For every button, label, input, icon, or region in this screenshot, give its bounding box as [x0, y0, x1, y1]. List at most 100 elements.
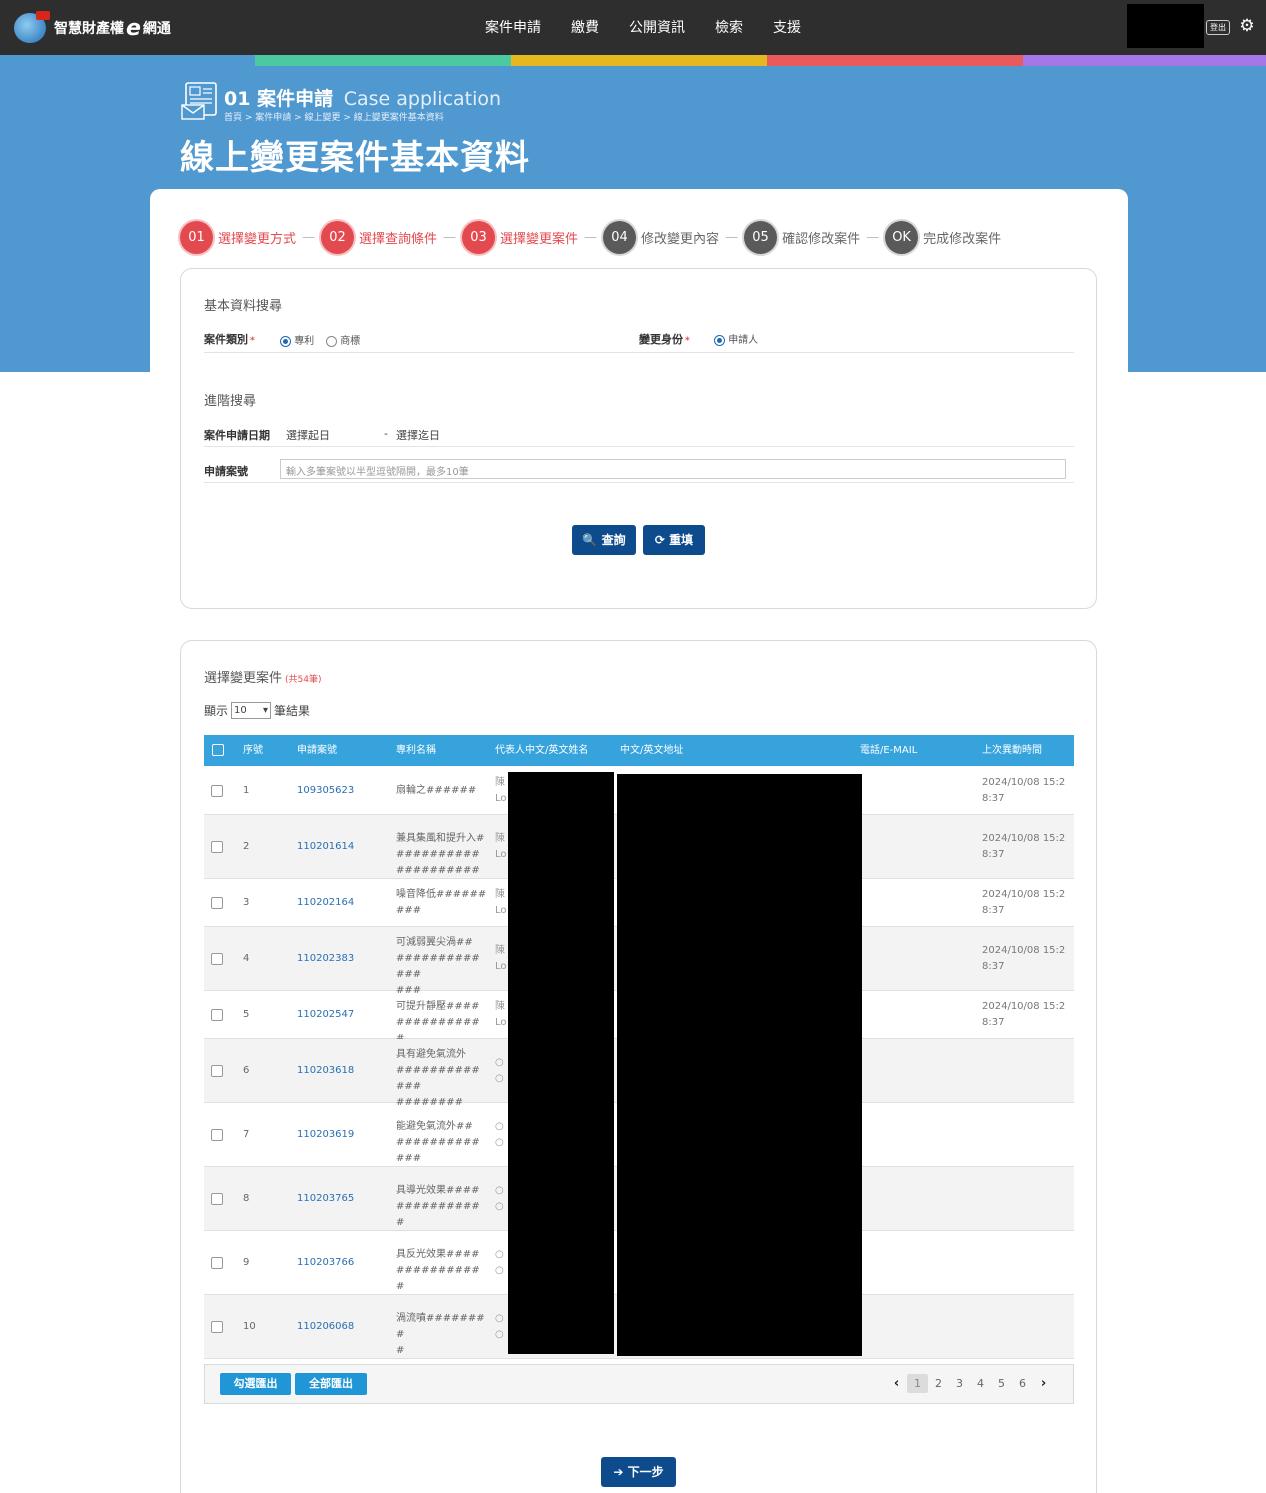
row-seq: 3 [243, 895, 249, 911]
nav-support[interactable]: 支援 [758, 0, 816, 55]
row-checkbox[interactable] [211, 1193, 223, 1205]
step-5: 05 確認修改案件 [744, 221, 860, 254]
row-case-no-link[interactable]: 110203766 [297, 1255, 354, 1271]
main-nav: 案件申請 繳費 公開資訊 檢索 支援 [470, 0, 816, 55]
logout-button[interactable]: 登出 [1206, 20, 1230, 35]
redacted-user-box [1127, 4, 1204, 48]
case-type-trademark-option[interactable]: 商標 [326, 332, 360, 347]
step-3-number: 03 [462, 221, 495, 254]
gear-icon[interactable]: ⚙ [1238, 17, 1256, 35]
row-checkbox[interactable] [211, 785, 223, 797]
applicant-radio[interactable] [714, 335, 725, 346]
row-case-no-link[interactable]: 110203765 [297, 1191, 354, 1207]
row-case-no-link[interactable]: 110203618 [297, 1063, 354, 1079]
logo-suffix: 網通 [143, 18, 171, 38]
row-patent-name: 扇輪之###### [396, 783, 488, 799]
show-prefix: 顯示 [204, 702, 228, 719]
date-start-input[interactable]: 選擇起日 [286, 427, 330, 443]
site-logo[interactable]: 智慧財產權 e 網通 [14, 12, 171, 44]
row-seq: 10 [243, 1319, 256, 1335]
row-case-no-link[interactable]: 109305623 [297, 783, 354, 799]
nav-public-info[interactable]: 公開資訊 [614, 0, 700, 55]
page-5[interactable]: 5 [991, 1374, 1012, 1393]
row-checkbox[interactable] [211, 1321, 223, 1333]
col-address: 中文/英文地址 [620, 735, 683, 766]
step-4-label: 修改變更內容 [641, 228, 719, 247]
row-seq: 5 [243, 1007, 249, 1023]
page-size-row: 顯示 10 筆結果 [204, 702, 310, 719]
row-checkbox[interactable] [211, 841, 223, 853]
row-last-modified: 2024/10/08 15:2 8:37 [982, 999, 1070, 1031]
page-3[interactable]: 3 [949, 1374, 970, 1393]
color-strip-purple [1023, 55, 1266, 66]
nav-search[interactable]: 檢索 [700, 0, 758, 55]
row-seq: 8 [243, 1191, 249, 1207]
chevron-right-icon[interactable]: › [1033, 1374, 1054, 1393]
arrow-right-icon: ➔ [613, 1465, 623, 1479]
row-patent-name: 兼具集風和提升入########### ########## [396, 831, 488, 879]
row-patent-name: 能避免氣流外## ############# [396, 1119, 488, 1167]
chevron-left-icon[interactable]: ‹ [886, 1374, 907, 1393]
row-case-no-link[interactable]: 110202547 [297, 1007, 354, 1023]
row-patent-name: 具有避免氣流外 ############# ######## [396, 1047, 488, 1111]
search-button[interactable]: 🔍 查詢 [572, 525, 636, 555]
row-patent-name: 渦流噴######## # [396, 1311, 488, 1359]
case-no-input[interactable]: 輸入多筆案號以半型逗號隔開，最多10筆 [280, 459, 1066, 479]
page-1[interactable]: 1 [907, 1374, 928, 1393]
trademark-radio[interactable] [326, 336, 337, 347]
row-seq: 9 [243, 1255, 249, 1271]
row-seq: 4 [243, 951, 249, 967]
row-case-no-link[interactable]: 110206068 [297, 1319, 354, 1335]
case-type-patent-option[interactable]: 專利 [280, 332, 314, 347]
row-representative: ○ ○ [495, 1247, 504, 1279]
row-checkbox[interactable] [211, 953, 223, 965]
reset-button[interactable]: ⟳ 重填 [643, 525, 705, 555]
basic-search-heading: 基本資料搜尋 [204, 295, 282, 314]
step-1-number: 01 [180, 221, 213, 254]
patent-radio[interactable] [280, 336, 291, 347]
row-last-modified: 2024/10/08 15:2 8:37 [982, 831, 1070, 863]
date-label: 案件申請日期 [204, 427, 270, 443]
row-patent-name: 具反光效果#### ########### [396, 1247, 488, 1295]
col-contact: 電話/E-MAIL [860, 735, 917, 766]
breadcrumb[interactable]: 首頁 > 案件申請 > 線上變更 > 線上變更案件基本資料 [224, 110, 444, 123]
identity-applicant-option[interactable]: 申請人 [714, 331, 758, 346]
nav-case-application[interactable]: 案件申請 [470, 0, 556, 55]
row-checkbox[interactable] [211, 1129, 223, 1141]
row-case-no-link[interactable]: 110201614 [297, 839, 354, 855]
col-last-modified: 上次異動時間 [982, 735, 1042, 766]
row-representative: ○ ○ [495, 1055, 504, 1087]
step-ok: OK 完成修改案件 [885, 221, 1001, 254]
row-case-no-link[interactable]: 110202383 [297, 951, 354, 967]
export-selected-button[interactable]: 勾選匯出 [220, 1373, 291, 1395]
export-all-button[interactable]: 全部匯出 [295, 1373, 367, 1395]
row-case-no-link[interactable]: 110202164 [297, 895, 354, 911]
section-title: 01 案件申請 Case application [224, 84, 501, 111]
row-checkbox[interactable] [211, 1257, 223, 1269]
select-all-checkbox[interactable] [212, 744, 224, 756]
step-2: 02 選擇查詢條件 [321, 221, 437, 254]
row-seq: 6 [243, 1063, 249, 1079]
page-6[interactable]: 6 [1012, 1374, 1033, 1393]
step-1: 01 選擇變更方式 [180, 221, 296, 254]
step-separator: — [443, 230, 456, 245]
redacted-representative-block [508, 772, 614, 1354]
next-step-button[interactable]: ➔ 下一步 [601, 1457, 676, 1487]
page-size-select[interactable]: 10 [231, 702, 271, 719]
row-case-no-link[interactable]: 110203619 [297, 1127, 354, 1143]
case-type-label: 案件類別* [204, 331, 255, 347]
case-application-icon [180, 81, 220, 121]
date-end-input[interactable]: 選擇迄日 [396, 427, 440, 443]
step-ok-label: 完成修改案件 [923, 228, 1001, 247]
step-4: 04 修改變更內容 [603, 221, 719, 254]
row-checkbox[interactable] [211, 1009, 223, 1021]
page-4[interactable]: 4 [970, 1374, 991, 1393]
nav-payment[interactable]: 繳費 [556, 0, 614, 55]
row-checkbox[interactable] [211, 897, 223, 909]
color-strip-green [255, 55, 511, 66]
row-checkbox[interactable] [211, 1065, 223, 1077]
page-2[interactable]: 2 [928, 1374, 949, 1393]
row-representative: ○ ○ [495, 1311, 504, 1343]
refresh-icon: ⟳ [655, 533, 665, 547]
row-last-modified: 2024/10/08 15:2 8:37 [982, 943, 1070, 975]
